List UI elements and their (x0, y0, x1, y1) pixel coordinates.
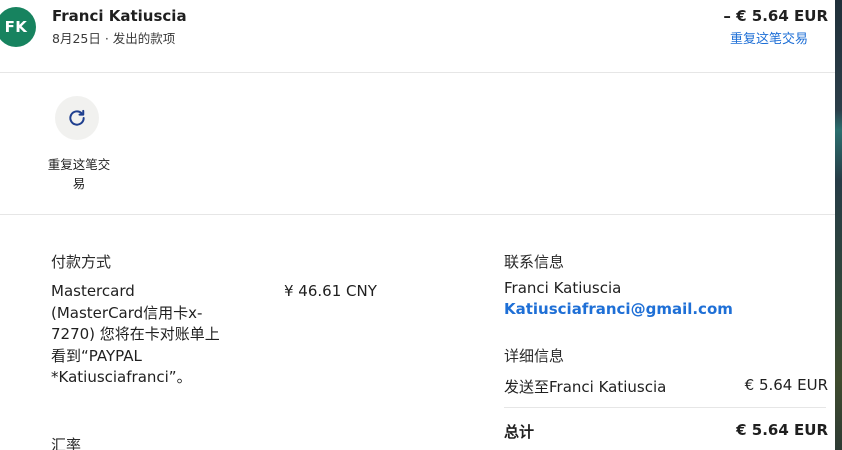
repeat-transaction-link[interactable]: 重复这笔交易 (730, 28, 808, 47)
total-label: 总计 (504, 423, 535, 441)
section-divider (0, 214, 835, 215)
window-edge (835, 0, 842, 450)
contact-email-link[interactable]: Katiusciafranci@gmail.com (504, 300, 733, 318)
transaction-header: FK Franci Katiuscia 8月25日 · 发出的款项 – € 5.… (0, 0, 835, 73)
repeat-transaction-label: 重复这笔交易 (47, 157, 111, 191)
payment-amount: ¥ 46.61 CNY (284, 282, 377, 300)
exchange-rate-title: 汇率 (51, 436, 82, 450)
total-amount: € 5.64 EUR (736, 421, 828, 439)
contact-info-title: 联系信息 (504, 253, 565, 271)
payment-method-title: 付款方式 (51, 253, 112, 271)
sent-to-label: 发送至Franci Katiuscia (504, 378, 667, 396)
transaction-subtitle: 8月25日 · 发出的款项 (52, 31, 176, 46)
transaction-details-page: FK Franci Katiuscia 8月25日 · 发出的款项 – € 5.… (0, 0, 842, 450)
avatar: FK (0, 7, 36, 47)
refresh-icon (67, 108, 87, 128)
repeat-transaction-button[interactable] (55, 96, 99, 140)
payment-method-description: Mastercard (MasterCard信用卡x-7270) 您将在卡对账单… (51, 282, 220, 386)
sent-to-amount: € 5.64 EUR (744, 376, 828, 394)
payee-name: Franci Katiuscia (52, 7, 187, 25)
details-divider (504, 407, 826, 408)
transaction-amount: – € 5.64 EUR (723, 7, 828, 25)
details-title: 详细信息 (504, 347, 565, 365)
contact-name: Franci Katiuscia (504, 279, 622, 297)
